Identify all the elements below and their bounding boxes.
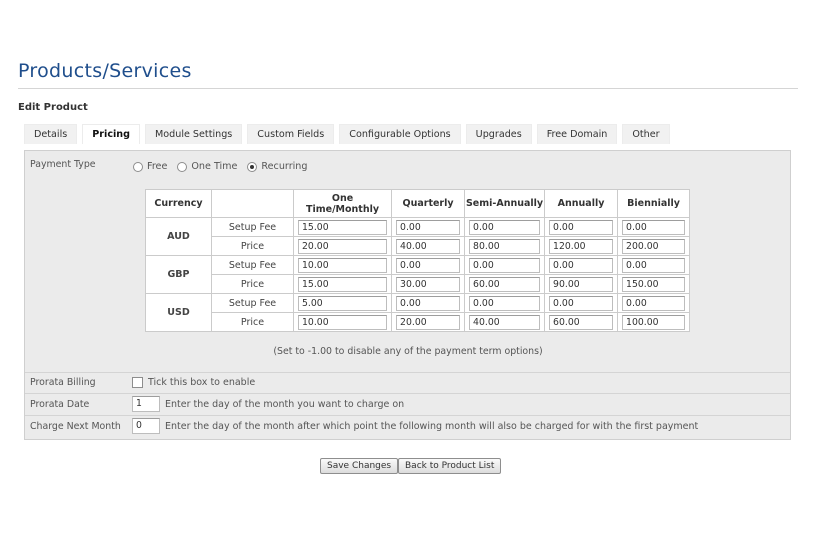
table-row: Price 15.00 30.00 60.00 90.00 150.00 — [146, 274, 691, 294]
table-row: GBP Setup Fee 10.00 0.00 0.00 0.00 0.00 — [145, 255, 691, 294]
row-divider — [25, 372, 790, 373]
prorata-date-help: Enter the day of the month you want to c… — [165, 398, 405, 410]
charge-next-month-label: Charge Next Month — [30, 421, 121, 432]
price-input[interactable]: 15.00 — [298, 219, 388, 235]
price-input[interactable]: 5.00 — [298, 295, 388, 311]
prorata-billing-checkbox-label: Tick this box to enable — [148, 377, 256, 388]
price-input[interactable]: 40.00 — [469, 314, 541, 330]
price-input[interactable]: 90.00 — [549, 276, 614, 292]
header-one-time-monthly: One Time/Monthly — [292, 189, 393, 218]
fee-type-label: Setup Fee — [211, 217, 294, 237]
price-input[interactable]: 0.00 — [469, 219, 541, 235]
pricing-panel: Payment Type Free One Time Recurring Cur… — [24, 150, 791, 440]
header-annually: Annually — [544, 189, 619, 218]
radio-recurring[interactable] — [247, 161, 258, 172]
price-input[interactable]: 0.00 — [396, 295, 461, 311]
radio-free-label: Free — [147, 161, 168, 172]
row-divider — [25, 393, 790, 394]
tab-module-settings[interactable]: Module Settings — [145, 124, 243, 144]
tab-upgrades[interactable]: Upgrades — [465, 124, 532, 144]
fee-type-label: Price — [211, 236, 294, 256]
prorata-date-field: 1 Enter the day of the month you want to… — [132, 396, 404, 412]
price-input[interactable]: 0.00 — [549, 219, 614, 235]
radio-option-one-time[interactable]: One Time — [177, 161, 237, 172]
currency-code-aud: AUD — [145, 217, 212, 256]
price-input[interactable]: 40.00 — [396, 238, 461, 254]
table-row: Price 10.00 20.00 40.00 60.00 100.00 — [146, 312, 691, 332]
currency-code-usd: USD — [145, 293, 212, 332]
table-row: AUD Setup Fee 15.00 0.00 0.00 0.00 0.00 — [145, 217, 691, 256]
header-fee-type — [211, 189, 294, 218]
radio-option-recurring[interactable]: Recurring — [247, 161, 307, 172]
tab-details[interactable]: Details — [24, 124, 78, 144]
row-divider — [25, 415, 790, 416]
price-input[interactable]: 20.00 — [396, 314, 461, 330]
price-input[interactable]: 30.00 — [396, 276, 461, 292]
price-input[interactable]: 120.00 — [549, 238, 614, 254]
prorata-date-input[interactable]: 1 — [132, 396, 160, 412]
payment-type-label: Payment Type — [30, 159, 96, 170]
fee-type-label: Setup Fee — [211, 293, 294, 313]
tab-bar: Details Pricing Module Settings Custom F… — [24, 124, 670, 144]
charge-next-month-field: 0 Enter the day of the month after which… — [132, 418, 698, 434]
prorata-date-label: Prorata Date — [30, 399, 90, 410]
price-input[interactable]: 0.00 — [622, 295, 686, 311]
prorata-billing-checkbox[interactable] — [132, 377, 143, 388]
radio-free[interactable] — [133, 161, 143, 172]
radio-option-free[interactable]: Free — [133, 161, 167, 172]
price-input[interactable]: 10.00 — [298, 257, 388, 273]
payment-type-options: Free One Time Recurring — [133, 161, 313, 172]
price-input[interactable]: 150.00 — [622, 276, 686, 292]
save-changes-button[interactable]: Save Changes — [320, 458, 399, 474]
price-input[interactable]: 80.00 — [469, 238, 541, 254]
price-input[interactable]: 0.00 — [549, 295, 614, 311]
price-input[interactable]: 0.00 — [396, 257, 461, 273]
price-input[interactable]: 0.00 — [469, 295, 541, 311]
currency-code-gbp: GBP — [145, 255, 212, 294]
price-input[interactable]: 0.00 — [469, 257, 541, 273]
radio-one-time[interactable] — [177, 161, 188, 172]
tab-configurable-options[interactable]: Configurable Options — [339, 124, 461, 144]
tab-pricing[interactable]: Pricing — [82, 124, 140, 144]
fee-type-label: Setup Fee — [211, 255, 294, 275]
charge-next-month-input[interactable]: 0 — [132, 418, 160, 434]
page-title: Products/Services — [18, 60, 192, 82]
pricing-table: Currency One Time/Monthly Quarterly Semi… — [145, 189, 691, 332]
fee-type-label: Price — [211, 312, 294, 332]
header-currency: Currency — [145, 189, 212, 218]
pricing-note: (Set to -1.00 to disable any of the paym… — [273, 346, 543, 357]
title-divider — [18, 88, 798, 89]
price-input[interactable]: 0.00 — [622, 219, 686, 235]
price-input[interactable]: 0.00 — [622, 257, 686, 273]
header-semi-annually: Semi-Annually — [464, 189, 546, 218]
radio-recurring-label: Recurring — [261, 161, 308, 172]
section-title: Edit Product — [18, 102, 88, 113]
prorata-billing-label: Prorata Billing — [30, 377, 96, 388]
prorata-billing-field: Tick this box to enable — [132, 377, 255, 388]
header-quarterly: Quarterly — [391, 189, 466, 218]
price-input[interactable]: 0.00 — [396, 219, 461, 235]
pricing-header-row: Currency One Time/Monthly Quarterly Semi… — [145, 189, 691, 218]
radio-one-time-label: One Time — [191, 161, 238, 172]
table-row: USD Setup Fee 5.00 0.00 0.00 0.00 0.00 — [145, 293, 691, 332]
back-to-product-list-button[interactable]: Back to Product List — [398, 458, 502, 474]
fee-type-label: Price — [211, 274, 294, 294]
table-row: Price 20.00 40.00 80.00 120.00 200.00 — [146, 236, 691, 256]
tab-free-domain[interactable]: Free Domain — [536, 124, 618, 144]
price-input[interactable]: 200.00 — [622, 238, 686, 254]
price-input[interactable]: 15.00 — [298, 276, 388, 292]
tab-other[interactable]: Other — [622, 124, 670, 144]
price-input[interactable]: 60.00 — [469, 276, 541, 292]
price-input[interactable]: 60.00 — [549, 314, 614, 330]
header-biennially: Biennially — [617, 189, 691, 218]
price-input[interactable]: 100.00 — [622, 314, 686, 330]
tab-custom-fields[interactable]: Custom Fields — [247, 124, 335, 144]
price-input[interactable]: 10.00 — [298, 314, 388, 330]
price-input[interactable]: 0.00 — [549, 257, 614, 273]
price-input[interactable]: 20.00 — [298, 238, 388, 254]
charge-next-month-help: Enter the day of the month after which p… — [165, 420, 699, 432]
